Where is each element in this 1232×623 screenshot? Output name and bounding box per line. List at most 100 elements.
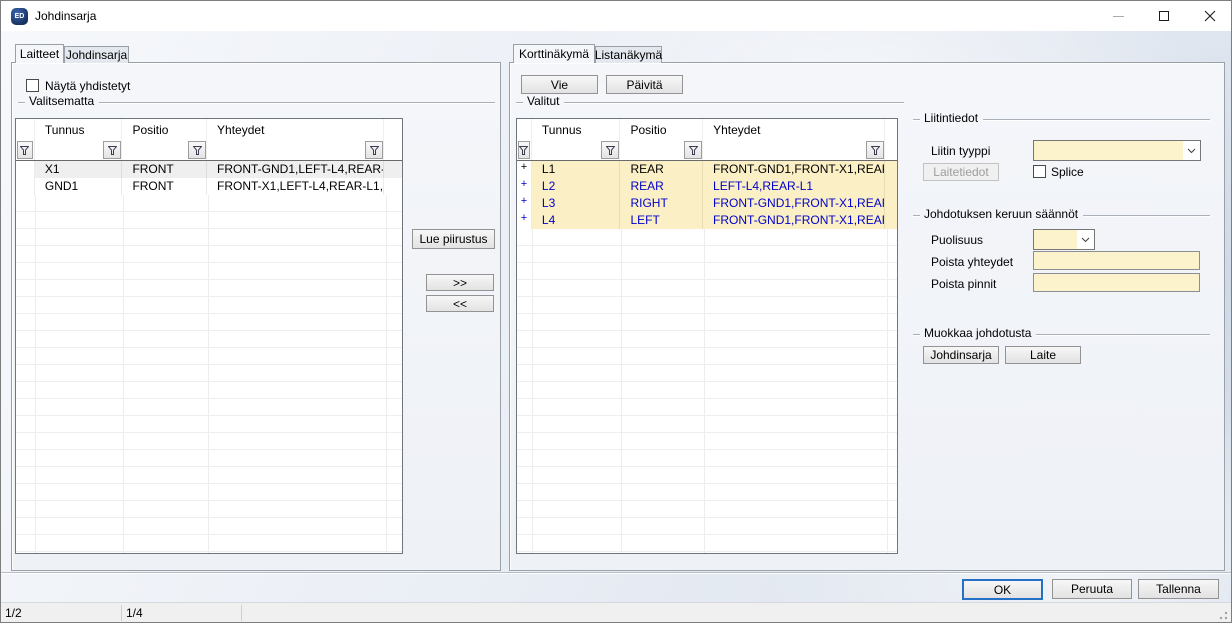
- terminal-type-combobox[interactable]: [1033, 140, 1201, 161]
- move-left-button[interactable]: <<: [426, 295, 494, 312]
- table-body: + L1 REAR FRONT-GND1,FRONT-X1,REAR-... +…: [517, 161, 897, 553]
- group-johdotuksen-keruun-saannot: Johdotuksen keruun säännöt: [913, 209, 1210, 222]
- expand-toggle[interactable]: +: [517, 195, 532, 212]
- close-icon: [1204, 10, 1216, 22]
- chevron-down-icon: [1187, 148, 1196, 154]
- selected-table: Tunnus Positio Yhteydet: [516, 118, 898, 554]
- table-row[interactable]: + L4 LEFT FRONT-GND1,FRONT-X1,REAR-...: [517, 212, 897, 229]
- table-header: Tunnus Positio Yhteydet: [517, 119, 897, 140]
- header-positio[interactable]: Positio: [122, 119, 207, 140]
- read-drawing-button[interactable]: Lue piirustus: [412, 229, 495, 249]
- remove-pins-label: Poista pinnit: [931, 277, 996, 291]
- filter-input-positio[interactable]: [122, 140, 207, 160]
- refresh-button[interactable]: Päivitä: [606, 75, 683, 94]
- export-button[interactable]: Vie: [521, 75, 598, 94]
- filter-input-yhteydet[interactable]: [207, 140, 384, 160]
- filter-input-positio[interactable]: [620, 140, 703, 160]
- filter-input-tunnus[interactable]: [35, 140, 123, 160]
- filter-button[interactable]: [17, 141, 33, 159]
- filter-button[interactable]: [188, 141, 206, 159]
- table-body: X1 FRONT FRONT-GND1,LEFT-L4,REAR-L1... G…: [16, 161, 402, 553]
- group-valitut: Valitut: [516, 96, 904, 109]
- filter-button[interactable]: [866, 141, 884, 159]
- filter-icon: [689, 146, 698, 155]
- device-info-button: Laitetiedot: [923, 163, 999, 181]
- remove-connections-label: Poista yhteydet: [931, 255, 1013, 269]
- filter-icon: [519, 146, 528, 155]
- close-button[interactable]: [1187, 1, 1232, 31]
- header-positio[interactable]: Positio: [620, 119, 703, 140]
- status-bar: 1/2 1/4: [1, 602, 1231, 623]
- filter-row: [517, 140, 897, 161]
- chevron-down-icon: [1081, 237, 1090, 243]
- filter-icon: [370, 146, 379, 155]
- filter-icon: [606, 146, 615, 155]
- save-button[interactable]: Tallenna: [1138, 579, 1219, 599]
- filter-button[interactable]: [601, 141, 619, 159]
- filter-row: [16, 140, 402, 161]
- header-tunnus[interactable]: Tunnus: [35, 119, 123, 140]
- cancel-button[interactable]: Peruuta: [1052, 579, 1132, 599]
- tab-korttinakyma[interactable]: Korttinäkymä: [513, 44, 595, 63]
- show-connected-checkbox[interactable]: [26, 79, 39, 92]
- header-tunnus[interactable]: Tunnus: [532, 119, 621, 140]
- device-button[interactable]: Laite: [1005, 346, 1081, 364]
- filter-icon: [193, 146, 202, 155]
- table-row[interactable]: GND1 FRONT FRONT-X1,LEFT-L4,REAR-L1,RI..…: [16, 178, 402, 195]
- remove-connections-input[interactable]: [1033, 251, 1200, 270]
- maximize-button[interactable]: [1141, 1, 1187, 31]
- show-connected-label: Näytä yhdistetyt: [45, 79, 130, 93]
- resize-grip[interactable]: [1218, 610, 1228, 620]
- table-row[interactable]: + L3 RIGHT FRONT-GND1,FRONT-X1,REAR-...: [517, 195, 897, 212]
- expand-toggle[interactable]: +: [517, 212, 532, 229]
- maximize-icon: [1159, 11, 1169, 21]
- move-right-button[interactable]: >>: [426, 274, 494, 291]
- combo-drop-button[interactable]: [1183, 141, 1200, 160]
- status-cell-1: 1/2: [5, 606, 22, 620]
- expand-toggle[interactable]: +: [517, 178, 532, 195]
- tab-laitteet[interactable]: Laitteet: [15, 44, 64, 63]
- filter-selector[interactable]: [517, 140, 532, 160]
- filter-icon: [20, 146, 29, 155]
- splice-label: Splice: [1051, 165, 1084, 179]
- filter-button[interactable]: [365, 141, 383, 159]
- filter-selector[interactable]: [16, 140, 35, 160]
- header-selector[interactable]: [16, 119, 35, 140]
- tab-johdinsarja[interactable]: Johdinsarja: [64, 46, 129, 63]
- filter-input-tunnus[interactable]: [532, 140, 621, 160]
- dialog-window: ED Johdinsarja Laitteet Johdinsarja Näyt…: [0, 0, 1232, 623]
- group-valitsematta: Valitsematta: [18, 96, 495, 109]
- splice-checkbox[interactable]: [1033, 165, 1046, 178]
- window-title: Johdinsarja: [35, 1, 96, 31]
- table-row[interactable]: + L1 REAR FRONT-GND1,FRONT-X1,REAR-...: [517, 161, 897, 178]
- tab-listanakyma[interactable]: Listanäkymä: [595, 46, 662, 63]
- sidedness-label: Puolisuus: [931, 233, 983, 247]
- table-header: Tunnus Positio Yhteydet: [16, 119, 402, 140]
- filter-button[interactable]: [518, 141, 530, 159]
- terminal-type-label: Liitin tyyppi: [931, 144, 990, 158]
- minimize-button[interactable]: [1095, 1, 1141, 31]
- header-yhteydet[interactable]: Yhteydet: [703, 119, 885, 140]
- ok-button[interactable]: OK: [962, 579, 1043, 600]
- status-cell-2: 1/4: [126, 606, 143, 620]
- filter-input-yhteydet[interactable]: [703, 140, 885, 160]
- remove-pins-input[interactable]: [1033, 273, 1200, 292]
- filter-button[interactable]: [684, 141, 702, 159]
- group-muokkaa-johdotusta: Muokkaa johdotusta: [913, 328, 1210, 341]
- minimize-icon: [1113, 16, 1124, 17]
- group-liitintiedot: Liitintiedot: [913, 113, 1210, 126]
- header-selector[interactable]: [517, 119, 532, 140]
- filter-icon: [871, 146, 880, 155]
- filter-button[interactable]: [103, 141, 121, 159]
- table-row[interactable]: + L2 REAR LEFT-L4,REAR-L1: [517, 178, 897, 195]
- combo-drop-button[interactable]: [1077, 230, 1094, 249]
- unselected-table: Tunnus Positio Yhteydet: [15, 118, 403, 554]
- app-icon: ED: [11, 8, 28, 25]
- header-yhteydet[interactable]: Yhteydet: [207, 119, 384, 140]
- table-row[interactable]: X1 FRONT FRONT-GND1,LEFT-L4,REAR-L1...: [16, 161, 402, 178]
- sidedness-combobox[interactable]: [1033, 229, 1095, 250]
- title-bar[interactable]: ED Johdinsarja: [1, 1, 1231, 31]
- expand-toggle[interactable]: +: [517, 161, 532, 178]
- harness-button[interactable]: Johdinsarja: [923, 346, 999, 364]
- filter-icon: [108, 146, 117, 155]
